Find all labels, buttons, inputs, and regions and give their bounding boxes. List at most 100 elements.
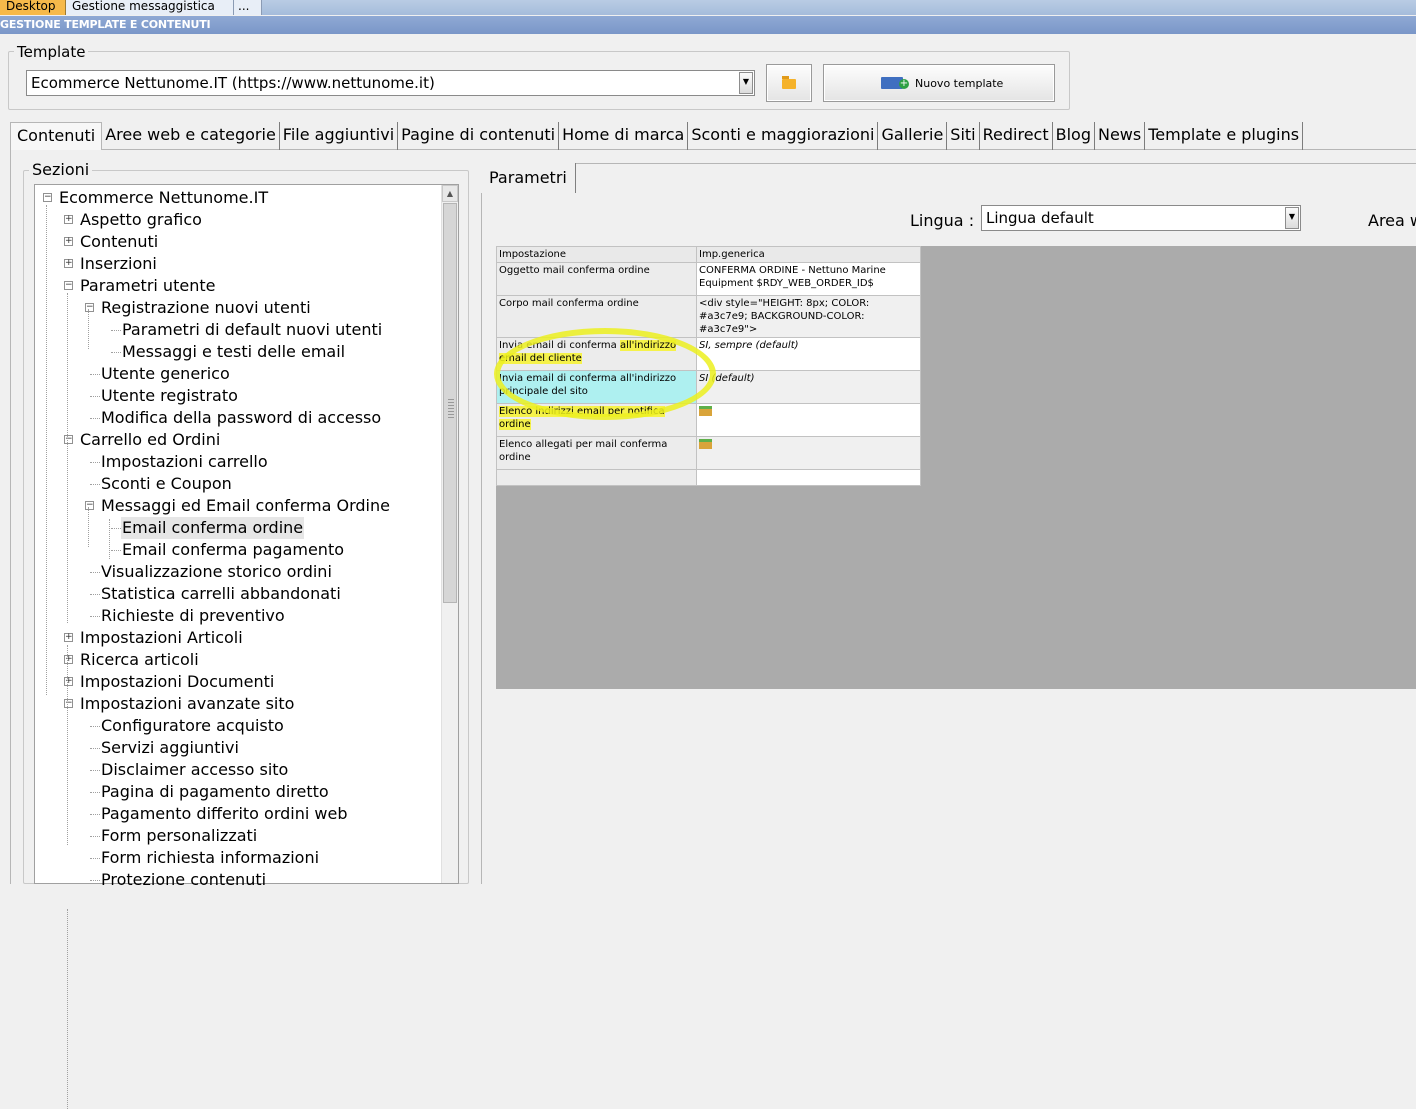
tree-node[interactable]: Pagamento differito ordini web [35, 803, 440, 825]
tree-node[interactable]: Parametri di default nuovi utenti [35, 319, 440, 341]
expand-icon[interactable]: + [64, 215, 73, 224]
tab-siti[interactable]: Siti [947, 122, 980, 150]
tree-node[interactable]: + Contenuti [35, 231, 440, 253]
column-header-imp-generica[interactable]: Imp.generica [696, 246, 921, 263]
collapse-icon[interactable]: − [85, 501, 94, 510]
area-label: Area w [1368, 211, 1416, 230]
tree-node[interactable]: + Ricerca articoli [35, 649, 440, 671]
collapse-icon[interactable]: − [85, 303, 94, 312]
tree-scrollbar[interactable]: ▲ [441, 185, 458, 883]
tree-node-label: Utente generico [101, 364, 230, 383]
expand-icon[interactable]: + [64, 655, 73, 664]
tree-node-label: Sconti e Coupon [101, 474, 232, 493]
tree-node[interactable]: Richieste di preventivo [35, 605, 440, 627]
expand-icon[interactable]: + [64, 633, 73, 642]
lingua-label: Lingua : [910, 211, 975, 230]
tree-node[interactable]: Pagina di pagamento diretto [35, 781, 440, 803]
tree-node-label: Servizi aggiuntivi [101, 738, 239, 757]
tree-node[interactable]: Servizi aggiuntivi [35, 737, 440, 759]
template-legend: Template [14, 43, 89, 61]
new-template-button[interactable]: Nuovo template [823, 64, 1055, 102]
tab-blog[interactable]: Blog [1053, 122, 1095, 150]
tree-node[interactable]: + Inserzioni [35, 253, 440, 275]
tab-sconti-e-maggiorazioni[interactable]: Sconti e maggiorazioni [688, 122, 879, 150]
collapse-icon[interactable]: − [64, 281, 73, 290]
tree-node[interactable]: Email conferma pagamento [35, 539, 440, 561]
setting-value[interactable]: CONFERMA ORDINE - Nettuno Marine Equipme… [696, 262, 921, 296]
expand-icon[interactable]: + [64, 677, 73, 686]
folder-icon[interactable] [699, 439, 712, 449]
tab-pagine-di-contenuti[interactable]: Pagine di contenuti [398, 122, 560, 150]
tree-node[interactable]: Utente generico [35, 363, 440, 385]
tree-node[interactable]: Visualizzazione storico ordini [35, 561, 440, 583]
setting-name [496, 469, 697, 486]
tree-node[interactable]: Form personalizzati [35, 825, 440, 847]
table-row[interactable]: Elenco indirizzi email per notifica ordi… [496, 403, 921, 437]
tree-node[interactable]: Email conferma ordine [35, 517, 440, 539]
tree-node[interactable]: Disclaimer accesso sito [35, 759, 440, 781]
tree-node[interactable]: Form richiesta informazioni [35, 847, 440, 869]
tree-node-label: Impostazioni Documenti [80, 672, 275, 691]
table-row[interactable]: Oggetto mail conferma ordine CONFERMA OR… [496, 262, 921, 296]
setting-value[interactable]: SI (default) [696, 370, 921, 404]
tab-aree-web-e-categorie[interactable]: Aree web e categorie [102, 122, 280, 150]
folder-icon[interactable] [699, 406, 712, 416]
lingua-select[interactable]: Lingua default ▼ [981, 205, 1301, 231]
tree-node[interactable]: Sconti e Coupon [35, 473, 440, 495]
setting-value[interactable]: <div style="HEIGHT: 8px; COLOR: #a3c7e9;… [696, 295, 921, 338]
collapse-icon[interactable]: − [64, 435, 73, 444]
window-tab-desktop[interactable]: Desktop [0, 0, 66, 15]
template-select[interactable]: Ecommerce Nettunome.IT (https://www.nett… [26, 70, 755, 96]
tree-node-label: Contenuti [80, 232, 159, 251]
tree-node[interactable]: − Messaggi ed Email conferma Ordine [35, 495, 440, 517]
table-row[interactable]: Elenco allegati per mail conferma ordine [496, 436, 921, 470]
scrollbar-thumb[interactable] [443, 203, 457, 603]
sections-tree[interactable]: ▲ − Ecommerce Nettunome.IT + Aspetto grafic… [34, 184, 459, 1109]
setting-value[interactable] [696, 403, 921, 437]
table-row[interactable]: Invia email di conferma all'indirizzo em… [496, 337, 921, 371]
tree-node[interactable]: Modifica della password di accesso [35, 407, 440, 429]
tree-node[interactable]: Protezione contenuti [35, 869, 440, 891]
table-row[interactable] [496, 469, 921, 486]
tree-node[interactable]: − Parametri utente [35, 275, 440, 297]
window-tab-gestione-messaggistica[interactable]: Gestione messaggistica [66, 0, 234, 15]
chevron-down-icon[interactable]: ▼ [739, 72, 753, 94]
tree-node[interactable]: − Registrazione nuovi utenti [35, 297, 440, 319]
tree-node[interactable]: + Impostazioni Documenti [35, 671, 440, 693]
tree-node[interactable]: Utente registrato [35, 385, 440, 407]
open-folder-button[interactable] [766, 64, 812, 102]
tab-gallerie[interactable]: Gallerie [878, 122, 948, 150]
tree-node-label: Inserzioni [80, 254, 157, 273]
tree-node[interactable]: Messaggi e testi delle email [35, 341, 440, 363]
collapse-icon[interactable]: − [64, 699, 73, 708]
tree-node[interactable]: + Impostazioni Articoli [35, 627, 440, 649]
tree-node-label: Email conferma pagamento [122, 540, 345, 559]
tree-node[interactable]: Impostazioni carrello [35, 451, 440, 473]
setting-value[interactable] [696, 469, 921, 486]
tree-node[interactable]: + Aspetto grafico [35, 209, 440, 231]
setting-value[interactable]: SI, sempre (default) [696, 337, 921, 371]
expand-icon[interactable]: + [64, 259, 73, 268]
expand-icon[interactable]: + [64, 237, 73, 246]
scroll-up-icon[interactable]: ▲ [442, 185, 458, 202]
tab-contenuti[interactable]: Contenuti [10, 122, 103, 150]
table-row[interactable]: Invia email di conferma all'indirizzo pr… [496, 370, 921, 404]
tab-parametri[interactable]: Parametri [481, 163, 576, 193]
tree-node[interactable]: Statistica carrelli abbandonati [35, 583, 440, 605]
tree-node[interactable]: Configuratore acquisto [35, 715, 440, 737]
tree-node[interactable]: − Carrello ed Ordini [35, 429, 440, 451]
column-header-impostazione[interactable]: Impostazione [496, 246, 697, 263]
chevron-down-icon[interactable]: ▼ [1285, 207, 1299, 229]
tree-node-label: Carrello ed Ordini [80, 430, 221, 449]
collapse-icon[interactable]: − [43, 193, 52, 202]
tab-template-e-plugins[interactable]: Template e plugins [1145, 122, 1304, 150]
tab-news[interactable]: News [1095, 122, 1146, 150]
setting-value[interactable] [696, 436, 921, 470]
tab-file-aggiuntivi[interactable]: File aggiuntivi [280, 122, 399, 150]
window-tab-more[interactable]: ... [234, 0, 262, 15]
tree-node[interactable]: − Ecommerce Nettunome.IT [35, 187, 440, 209]
table-row[interactable]: Corpo mail conferma ordine <div style="H… [496, 295, 921, 338]
tab-redirect[interactable]: Redirect [980, 122, 1053, 150]
tab-home-di-marca[interactable]: Home di marca [559, 122, 689, 150]
tree-node[interactable]: − Impostazioni avanzate sito [35, 693, 440, 715]
